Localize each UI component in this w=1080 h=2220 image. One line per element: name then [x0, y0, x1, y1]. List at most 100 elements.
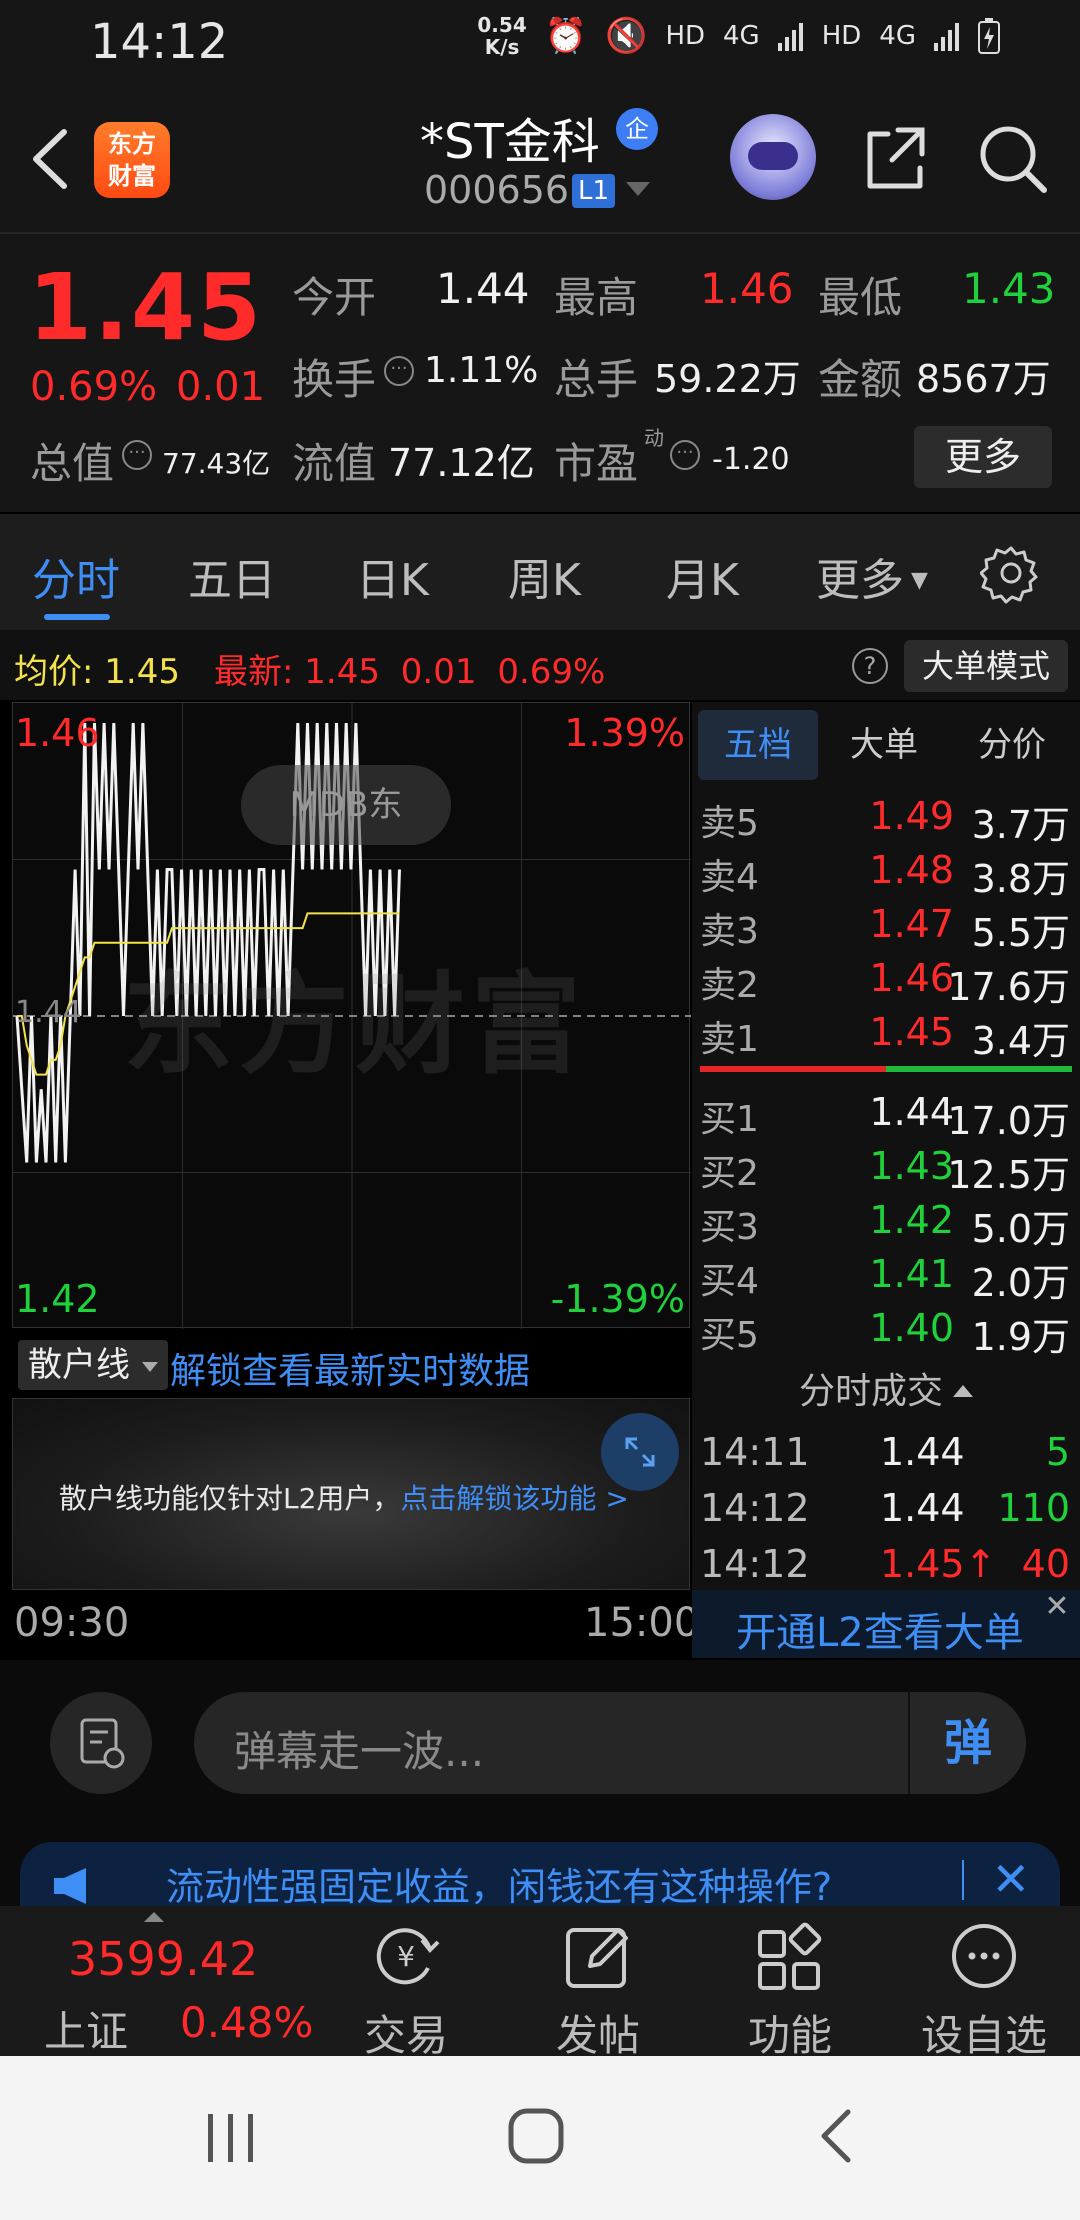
ratio-sell-segment — [886, 1066, 1072, 1072]
ask-row-1[interactable]: 卖1 1.45 3.4万 — [700, 1010, 1072, 1064]
app-logo[interactable]: 东方 财富 — [94, 122, 170, 198]
retail-unlock-link[interactable]: 解锁查看最新实时数据 — [170, 1342, 530, 1394]
tab-monthly-k[interactable]: 月K — [666, 544, 739, 608]
bid-price: 1.42 — [869, 1198, 954, 1242]
amount-label: 金额 — [818, 355, 903, 404]
caret-up-icon — [144, 1912, 164, 1922]
tab-daily-k[interactable]: 日K — [356, 544, 429, 608]
bid-label: 买3 — [700, 1207, 759, 1248]
expand-chart-button[interactable] — [601, 1413, 679, 1491]
pe-value: -1.20 — [712, 442, 790, 477]
y-axis-bottom-label: 1.42 — [15, 1277, 100, 1321]
ask-row-4[interactable]: 卖4 1.48 3.8万 — [700, 848, 1072, 902]
more-quote-button[interactable]: 更多 — [914, 426, 1052, 488]
share-button[interactable] — [858, 120, 934, 196]
tab-five-day[interactable]: 五日 — [188, 544, 276, 608]
status-bar: 14:12 0.54 K/s ⏰ 🔇 HD 4G HD 4G — [0, 0, 1080, 84]
tick-time: 14:12 — [700, 1486, 810, 1530]
active-tab-underline — [44, 614, 110, 620]
nav-trade-label: 交易 — [363, 2011, 448, 2060]
search-button[interactable] — [974, 120, 1050, 196]
latest-label: 最新: — [214, 652, 294, 692]
bid-label: 买1 — [700, 1099, 759, 1140]
tab-price-distribution[interactable]: 分价 — [950, 710, 1074, 780]
turnover-label: 换手 — [292, 355, 377, 404]
close-icon[interactable]: ✕ — [1042, 1592, 1072, 1622]
avg-price-value: 1.45 — [104, 652, 180, 692]
retail-unlock-feature-link[interactable]: 点击解锁该功能 > — [400, 1482, 628, 1515]
nav-post-label: 发帖 — [555, 2011, 640, 2060]
expand-icon — [625, 1437, 655, 1467]
pe-info-icon[interactable]: ··· — [670, 440, 700, 470]
bid-row-2[interactable]: 买2 1.43 12.5万 — [700, 1144, 1072, 1198]
signal-label: 4G — [723, 21, 760, 51]
tab-big-orders[interactable]: 大单 — [824, 710, 944, 780]
pct-axis-bottom-label: -1.39% — [550, 1277, 685, 1321]
back-nav-icon[interactable] — [814, 2106, 858, 2166]
tab-weekly-k[interactable]: 周K — [508, 544, 581, 608]
ratio-buy-segment — [700, 1066, 886, 1072]
recent-apps-icon[interactable] — [204, 2110, 258, 2166]
nav-functions[interactable]: 功能 — [710, 1920, 870, 2060]
chart-settings-button[interactable] — [979, 542, 1042, 604]
tick-price: 1.44 — [880, 1430, 965, 1474]
pct-axis-top-label: 1.39% — [564, 711, 685, 755]
tab-intraday[interactable]: 分时 — [32, 544, 120, 608]
barrage-settings-button[interactable] — [50, 1692, 152, 1794]
ask-volume: 3.8万 — [971, 857, 1070, 901]
promo-divider — [962, 1860, 964, 1900]
big-order-mode-button[interactable]: 大单模式 — [904, 640, 1068, 692]
tab-more[interactable]: 更多 ▼ — [816, 544, 928, 608]
robot-face — [748, 142, 798, 170]
market-cap-info-icon[interactable]: ··· — [122, 440, 152, 470]
tick-trades-header[interactable]: 分时成交 — [692, 1362, 1080, 1418]
ask-row-2[interactable]: 卖2 1.46 17.6万 — [700, 956, 1072, 1010]
ask-row-3[interactable]: 卖3 1.47 5.5万 — [700, 902, 1072, 956]
barrage-input[interactable]: 弹幕走一波... 弹 — [194, 1692, 1026, 1794]
nav-post[interactable]: 发帖 — [518, 1920, 678, 2060]
mdb-watermark-badge: MDB东 — [241, 765, 451, 845]
stock-code: 000656 — [424, 168, 570, 212]
signal-bars-icon — [777, 23, 803, 51]
turnover-info-icon[interactable]: ··· — [384, 356, 414, 386]
retail-line-select[interactable]: 散户线 — [18, 1340, 168, 1390]
level-badge[interactable]: L1 — [572, 174, 616, 208]
bid-volume: 2.0万 — [971, 1261, 1070, 1305]
bid-volume: 17.0万 — [947, 1099, 1070, 1143]
tab-more-label: 更多 — [816, 555, 904, 606]
level-dropdown-caret-icon[interactable] — [626, 182, 650, 196]
assistant-robot-avatar[interactable] — [730, 114, 816, 200]
nav-trade[interactable]: ¥ 交易 — [326, 1920, 486, 2060]
pe-dynamic-sup: 动 — [644, 426, 664, 450]
help-icon[interactable]: ? — [852, 648, 888, 684]
gear-icon — [979, 546, 1038, 604]
volume-value: 59.22万 — [654, 357, 801, 401]
bid-price: 1.44 — [869, 1090, 954, 1134]
bid-row-5[interactable]: 买5 1.40 1.9万 — [700, 1306, 1072, 1360]
l2-upgrade-banner[interactable]: 开通L2查看大单 ✕ — [692, 1590, 1080, 1658]
bid-row-4[interactable]: 买4 1.41 2.0万 — [700, 1252, 1072, 1306]
open-label: 今开 — [292, 273, 377, 322]
retail-line-panel: 散户线功能仅针对L2用户，点击解锁该功能 > — [12, 1398, 690, 1590]
mute-icon: 🔇 — [605, 16, 648, 56]
ask-row-5[interactable]: 卖5 1.49 3.7万 — [700, 794, 1072, 848]
tab-five-levels[interactable]: 五档 — [698, 710, 818, 780]
ask-label: 卖3 — [700, 911, 759, 952]
bid-row-1[interactable]: 买1 1.44 17.0万 — [700, 1090, 1072, 1144]
ask-price: 1.45 — [869, 1010, 954, 1054]
trade-yen-icon: ¥ — [376, 1928, 440, 1985]
back-button[interactable] — [20, 114, 90, 204]
volume-label: 总手 — [554, 355, 639, 404]
intraday-chart[interactable]: 东方财富 MDB东 1.46 1.44 1.42 1.39% -1.39% — [12, 702, 691, 1329]
bid-volume: 1.9万 — [971, 1315, 1070, 1359]
close-icon[interactable]: ✕ — [991, 1856, 1030, 1902]
bid-row-3[interactable]: 买3 1.42 5.0万 — [700, 1198, 1072, 1252]
home-icon[interactable] — [506, 2106, 566, 2166]
retail-line-row: 散户线 解锁查看最新实时数据 — [12, 1330, 690, 1398]
low-label: 最低 — [818, 273, 903, 322]
promo-banner[interactable]: 流动性强固定收益，闲钱还有这种操作? ✕ — [20, 1842, 1060, 1906]
nav-add-watchlist[interactable]: 设自选 — [904, 1920, 1064, 2060]
order-book-panel: 五档 大单 分价 卖5 1.49 3.7万 卖4 1.48 3.8万 卖3 1.47 5.5… — [692, 702, 1080, 1658]
brand-watermark: 东方财富 — [123, 961, 587, 1089]
barrage-send-button[interactable]: 弹 — [908, 1692, 1026, 1794]
